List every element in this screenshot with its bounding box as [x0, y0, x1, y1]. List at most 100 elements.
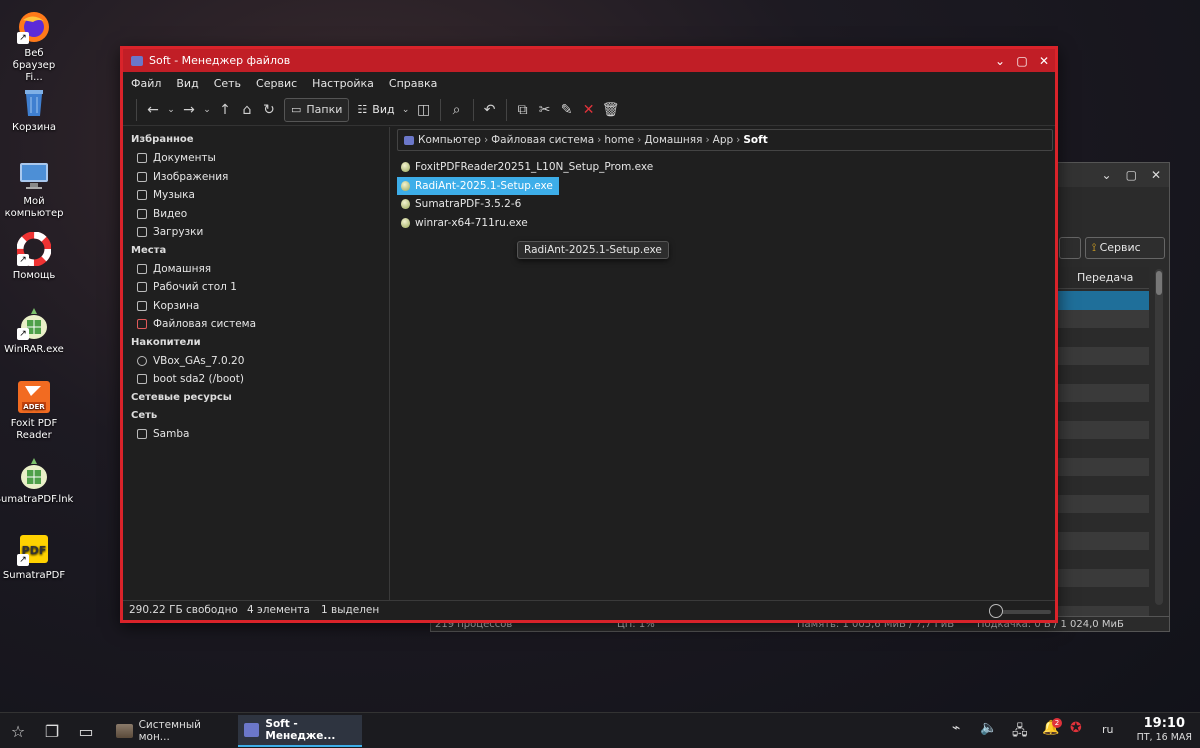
taskbar-task-file-manager[interactable]: Soft - Менедже...	[238, 715, 362, 747]
process-rows	[1053, 291, 1149, 624]
desktop-icon	[137, 282, 147, 293]
sidebar-item-samba[interactable]: Samba	[123, 425, 389, 444]
chevron-down-icon[interactable]: ⌄	[399, 97, 413, 123]
cut-icon[interactable]: ✂	[534, 97, 556, 123]
delete-icon[interactable]: ✕	[578, 97, 600, 123]
up-icon[interactable]: ↑	[214, 97, 236, 123]
language-indicator[interactable]: ru	[1102, 723, 1114, 736]
file-manager-window[interactable]: Soft - Менеджер файлов ⌄ ▢ ✕ Файл Вид Се…	[120, 46, 1058, 623]
menu-settings[interactable]: Настройка	[312, 77, 374, 90]
column-header-label: Передача	[1077, 271, 1134, 284]
copy-icon[interactable]: ⧉	[512, 97, 534, 123]
desktop-icon-label: Корзина	[11, 122, 57, 133]
forward-icon[interactable]: →	[178, 97, 200, 123]
rename-icon[interactable]: ✎	[556, 97, 578, 123]
breadcrumb: Компьютер › Файловая система › home › До…	[397, 129, 1053, 151]
file-item-selected[interactable]: RadiAnt-2025.1-Setup.exe	[397, 176, 559, 195]
minimize-icon[interactable]: ⌄	[1102, 168, 1112, 182]
maximize-icon[interactable]: ▢	[1126, 168, 1137, 182]
column-header-transfer[interactable]: Передача	[1053, 267, 1149, 289]
desktop-icon-computer[interactable]: Мой компьютер	[5, 158, 63, 220]
service-combo[interactable]: ⟟ Сервис	[1085, 237, 1165, 259]
volume-icon[interactable]: 🔈	[980, 720, 997, 736]
usb-icon[interactable]: ⌁	[952, 720, 960, 736]
maximize-icon[interactable]: ▢	[1011, 54, 1033, 68]
security-star-icon[interactable]: ✪	[1070, 720, 1082, 736]
folders-button[interactable]: ▭ Папки	[284, 97, 350, 122]
zoom-slider-handle[interactable]	[989, 604, 1003, 618]
window-titlebar[interactable]: Soft - Менеджер файлов ⌄ ▢ ✕	[123, 49, 1055, 72]
sidebar-item-filesystem[interactable]: Файловая система	[123, 315, 389, 334]
minimize-icon[interactable]: ⌄	[989, 54, 1011, 68]
background-window-system-monitor[interactable]: ⌄ ▢ ✕ ⟟ Сервис Передача	[1052, 162, 1170, 632]
home-icon[interactable]: ⌂	[236, 97, 258, 123]
task-label: Soft - Менедже...	[265, 718, 336, 742]
background-window-titlebar[interactable]: ⌄ ▢ ✕	[1053, 163, 1169, 187]
sidebar-item-desktop[interactable]: Рабочий стол 1	[123, 278, 389, 297]
breadcrumb-current[interactable]: Soft	[743, 134, 767, 146]
window-switcher-icon[interactable]: ❐	[40, 719, 64, 743]
filesystem-icon	[137, 319, 147, 330]
undo-icon[interactable]: ↶	[479, 97, 501, 123]
desktop-icon-firefox[interactable]: ↗ Веб браузер Fi...	[6, 10, 62, 84]
clock[interactable]: 19:10 ПТ, 16 МАЯ	[1137, 716, 1192, 743]
breadcrumb-item[interactable]: home	[604, 134, 634, 146]
desktop-icon-winrar[interactable]: ↗ WinRAR.exe	[4, 306, 64, 356]
file-manager-icon[interactable]: ▭	[74, 719, 98, 743]
menu-help[interactable]: Справка	[389, 77, 437, 90]
executable-icon	[401, 180, 410, 191]
close-icon[interactable]: ✕	[1151, 168, 1161, 182]
item-count: 4 элемента	[247, 604, 310, 616]
menu-file[interactable]: Файл	[131, 77, 161, 90]
scrollbar[interactable]	[1155, 269, 1163, 605]
chevron-down-icon[interactable]: ⌄	[164, 97, 178, 123]
sidebar-item-music[interactable]: Музыка	[123, 186, 389, 205]
video-icon	[137, 208, 147, 219]
breadcrumb-item[interactable]: App	[713, 134, 734, 146]
file-item[interactable]: FoxitPDFReader20251_L10N_Setup_Prom.exe	[397, 158, 659, 177]
close-icon[interactable]: ✕	[1033, 54, 1055, 68]
reload-icon[interactable]: ↻	[258, 97, 280, 123]
taskbar-task-system-monitor[interactable]: Системный мон...	[110, 715, 234, 747]
file-view[interactable]: Компьютер › Файловая система › home › До…	[391, 127, 1055, 601]
dropdown-toggle[interactable]	[1059, 237, 1081, 259]
desktop-icon-label: Веб браузер Fi...	[12, 48, 56, 83]
breadcrumb-item[interactable]: Домашняя	[644, 134, 702, 146]
desktop-icon-help[interactable]: ↗ Помощь	[6, 231, 62, 282]
chevron-down-icon[interactable]: ⌄	[200, 97, 214, 123]
selected-count: 1 выделен	[321, 604, 380, 616]
split-view-icon[interactable]: ◫	[413, 97, 435, 123]
file-list: FoxitPDFReader20251_L10N_Setup_Prom.exe …	[391, 158, 1055, 232]
file-name: winrar-x64-711ru.exe	[415, 216, 528, 229]
sidebar-item-downloads[interactable]: Загрузки	[123, 223, 389, 242]
sumatra-icon: PDF ↗	[17, 532, 51, 566]
breadcrumb-item[interactable]: Компьютер	[418, 134, 481, 146]
sidebar-item-label: Samba	[153, 427, 190, 440]
sidebar-item-label: Корзина	[153, 299, 200, 312]
network-icon[interactable]: 🖧	[1012, 720, 1028, 744]
file-item[interactable]: SumatraPDF-3.5.2-6	[397, 195, 527, 214]
sidebar-item-images[interactable]: Изображения	[123, 168, 389, 187]
back-icon[interactable]: ←	[142, 97, 164, 123]
view-button[interactable]: ☷ Вид	[353, 98, 398, 122]
sidebar-item-boot[interactable]: boot sda2 (/boot)	[123, 370, 389, 389]
menu-network[interactable]: Сеть	[214, 77, 241, 90]
file-item[interactable]: winrar-x64-711ru.exe	[397, 214, 534, 233]
search-icon[interactable]: ⌕	[446, 97, 468, 123]
desktop-icon-foxit[interactable]: ADER Foxit PDF Reader	[6, 380, 62, 442]
sidebar-item-trash[interactable]: Корзина	[123, 297, 389, 316]
sidebar-item-video[interactable]: Видео	[123, 205, 389, 224]
breadcrumb-item[interactable]: Файловая система	[491, 134, 594, 146]
trash-icon[interactable]: 🗑	[600, 97, 622, 123]
desktop-icon-sumatra-link[interactable]: SumatraPDF.lnk	[0, 456, 73, 506]
menu-view[interactable]: Вид	[176, 77, 198, 90]
statusbar: 290.22 ГБ свободно 4 элемента 1 выделен	[123, 600, 1055, 620]
toolbar: ← ⌄ → ⌄ ↑ ⌂ ↻ ▭ Папки ☷ Вид ⌄ ◫ ⌕ ↶ ⧉ ✂ …	[123, 94, 1055, 126]
sidebar-item-documents[interactable]: Документы	[123, 149, 389, 168]
sidebar-item-vbox[interactable]: VBox_GAs_7.0.20	[123, 352, 389, 371]
app-menu-icon[interactable]: ☆	[6, 719, 30, 743]
desktop-icon-trash[interactable]: Корзина	[6, 84, 62, 134]
menu-service[interactable]: Сервис	[256, 77, 297, 90]
sidebar-item-home[interactable]: Домашняя	[123, 260, 389, 279]
desktop-icon-sumatra[interactable]: PDF ↗ SumatraPDF	[3, 532, 65, 582]
